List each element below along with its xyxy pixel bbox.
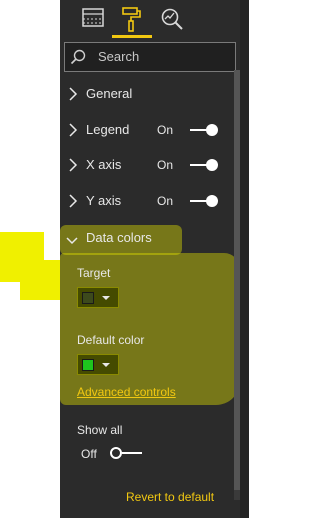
section-x-axis[interactable]: X axis On	[60, 150, 242, 180]
advanced-controls-link[interactable]: Advanced controls	[77, 385, 176, 399]
dropdown-arrow-icon	[102, 363, 110, 367]
active-tab-underline	[112, 35, 152, 38]
format-pane: General Legend On X axis On Y axis On Da…	[60, 0, 242, 518]
section-label: Data colors	[86, 230, 152, 245]
highlight-left-wing	[20, 260, 62, 300]
section-label: Y axis	[86, 193, 122, 208]
section-label: General	[86, 86, 133, 101]
show-all-state-text: Off	[81, 447, 97, 461]
chevron-right-icon	[68, 194, 78, 213]
show-all-toggle-track[interactable]	[122, 452, 142, 454]
y-axis-toggle-knob[interactable]	[206, 195, 218, 207]
dropdown-arrow-icon	[102, 296, 110, 300]
section-label: X axis	[86, 157, 122, 172]
chevron-down-icon	[66, 233, 78, 251]
search-input[interactable]	[98, 49, 228, 64]
legend-toggle-knob[interactable]	[206, 124, 218, 136]
color-swatch	[82, 292, 94, 304]
chevron-right-icon	[68, 123, 78, 142]
section-label: Legend	[86, 122, 130, 137]
show-all-label: Show all	[77, 423, 123, 437]
x-axis-toggle-knob[interactable]	[206, 159, 218, 171]
toggle-state-text: On	[157, 123, 174, 137]
chevron-right-icon	[68, 158, 78, 177]
target-color-picker[interactable]	[77, 287, 119, 308]
toggle-state-text: On	[157, 194, 174, 208]
chevron-right-icon	[68, 87, 78, 106]
target-label: Target	[77, 266, 111, 280]
default-color-label: Default color	[77, 333, 145, 347]
fields-icon[interactable]	[82, 7, 104, 34]
show-all-toggle-knob[interactable]	[110, 447, 122, 459]
analytics-magnifier-icon[interactable]	[160, 7, 184, 36]
section-data-colors[interactable]: Data colors	[60, 223, 242, 253]
revert-to-default-link[interactable]: Revert to default	[126, 490, 214, 504]
section-general[interactable]: General	[60, 79, 242, 109]
color-swatch	[82, 359, 94, 371]
right-edge-bar	[240, 0, 249, 518]
toggle-state-text: On	[157, 158, 174, 172]
section-legend[interactable]: Legend On	[60, 115, 242, 145]
search-icon	[70, 49, 86, 70]
section-y-axis[interactable]: Y axis On	[60, 186, 242, 216]
default-color-picker[interactable]	[77, 354, 119, 375]
format-paint-roller-icon[interactable]	[121, 7, 143, 38]
